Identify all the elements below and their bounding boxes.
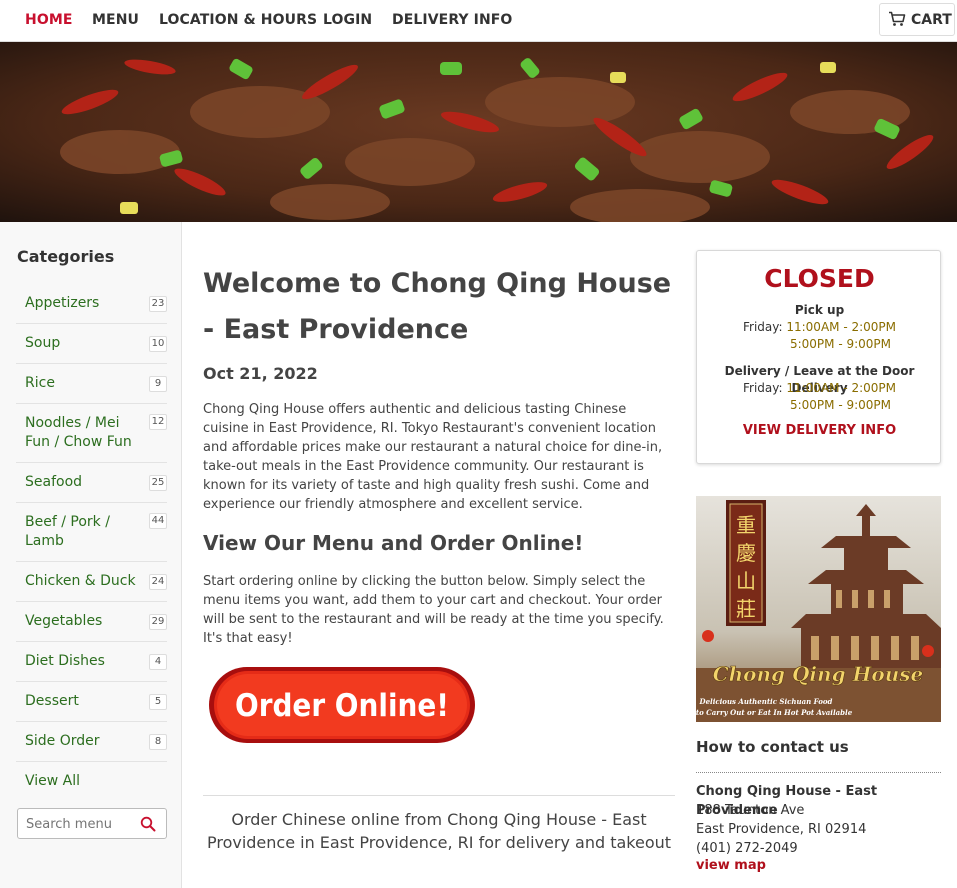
menu-paragraph: Start ordering online by clicking the bu… bbox=[203, 574, 664, 646]
delivery-hours-2: 5:00PM - 9:00PM bbox=[789, 398, 892, 412]
category-name: Dessert bbox=[25, 693, 79, 709]
category-count-badge: 9 bbox=[149, 376, 167, 392]
pickup-day: Friday: bbox=[743, 320, 787, 334]
category-beef-pork-lamb[interactable]: Beef / Pork / Lamb 44 bbox=[16, 503, 167, 562]
category-name: Chicken & Duck bbox=[25, 573, 136, 589]
pickup-hours-1: 11:00AM - 2:00PM bbox=[786, 320, 896, 334]
order-online-label: Order Online! bbox=[235, 688, 449, 724]
restaurant-promo-image: 重 慶 山 莊 Chong Qing House Delicious Authe… bbox=[696, 496, 941, 722]
status-badge: CLOSED bbox=[764, 264, 875, 293]
view-map-link[interactable]: view map bbox=[696, 858, 766, 873]
page-title: Welcome to Chong Qing House - East Provi… bbox=[203, 268, 672, 345]
category-count-badge: 5 bbox=[149, 694, 167, 710]
cart-button[interactable]: CART bbox=[879, 3, 955, 36]
hours-status-card: CLOSED Pick up Friday: 11:00AM - 2:00PM … bbox=[696, 250, 941, 464]
category-name: Rice bbox=[25, 375, 55, 391]
category-chicken-duck[interactable]: Chicken & Duck 24 bbox=[16, 562, 167, 602]
category-name: Vegetables bbox=[25, 613, 103, 629]
category-diet-dishes[interactable]: Diet Dishes 4 bbox=[16, 642, 167, 682]
category-count-badge: 23 bbox=[149, 296, 167, 312]
category-name: Seafood bbox=[25, 474, 83, 490]
pickup-hours-row-2: 5:00PM - 9:00PM bbox=[697, 336, 942, 353]
category-count-badge: 8 bbox=[149, 734, 167, 750]
svg-text:莊: 莊 bbox=[736, 597, 756, 621]
category-name: Side Order bbox=[25, 733, 100, 749]
category-view-all[interactable]: View All bbox=[16, 762, 167, 802]
category-name: Beef / Pork / Lamb bbox=[25, 514, 110, 549]
content-divider bbox=[203, 795, 675, 796]
hero-banner-image bbox=[0, 42, 957, 222]
promo-tagline-2: to Carry Out or Eat In Hot Pot Available bbox=[696, 708, 853, 717]
view-delivery-info-link[interactable]: VIEW DELIVERY INFO bbox=[697, 423, 942, 438]
menu-heading: View Our Menu and Order Online! bbox=[203, 531, 584, 555]
search-box bbox=[17, 808, 167, 839]
category-count-badge: 25 bbox=[149, 475, 167, 491]
view-all-link: View All bbox=[25, 773, 81, 789]
delivery-hours-1: 11:00AM - 2:00PM bbox=[786, 381, 896, 395]
cart-label: CART bbox=[911, 12, 952, 28]
category-name: Noodles / Mei Fun / Chow Fun bbox=[25, 415, 132, 450]
category-vegetables[interactable]: Vegetables 29 bbox=[16, 602, 167, 642]
pickup-label: Pick up bbox=[794, 303, 845, 317]
seo-footer-text: Order Chinese online from Chong Qing Hou… bbox=[206, 810, 672, 852]
contact-address-2: East Providence, RI 02914 bbox=[696, 822, 867, 837]
contact-divider bbox=[696, 772, 941, 773]
category-noodles[interactable]: Noodles / Mei Fun / Chow Fun 12 bbox=[16, 404, 167, 463]
delivery-hours-row-2: 5:00PM - 9:00PM bbox=[697, 397, 942, 414]
nav-location-hours[interactable]: LOCATION & HOURS bbox=[159, 12, 317, 28]
pickup-hours-2: 5:00PM - 9:00PM bbox=[789, 337, 892, 351]
contact-heading: How to contact us bbox=[696, 738, 849, 756]
categories-sidebar: Categories Appetizers 23 Soup 10 Rice 9 … bbox=[0, 222, 182, 888]
search-input[interactable] bbox=[26, 815, 136, 833]
hero-food-photo bbox=[0, 42, 957, 222]
intro-paragraph: Chong Qing House offers authentic and de… bbox=[203, 402, 663, 512]
order-online-graphic: Order Online! bbox=[209, 667, 475, 743]
nav-login[interactable]: LOGIN bbox=[323, 12, 372, 28]
category-count-badge: 4 bbox=[149, 654, 167, 670]
delivery-day: Friday: bbox=[743, 381, 787, 395]
categories-heading: Categories bbox=[17, 247, 115, 266]
top-navigation: HOME MENU LOCATION & HOURS LOGIN DELIVER… bbox=[0, 0, 957, 42]
category-name: Soup bbox=[25, 335, 61, 351]
category-seafood[interactable]: Seafood 25 bbox=[16, 463, 167, 503]
category-count-badge: 29 bbox=[149, 614, 167, 630]
category-appetizers[interactable]: Appetizers 23 bbox=[16, 284, 167, 324]
svg-text:慶: 慶 bbox=[736, 541, 756, 565]
category-count-badge: 10 bbox=[149, 336, 167, 352]
category-count-badge: 12 bbox=[149, 414, 167, 430]
category-rice[interactable]: Rice 9 bbox=[16, 364, 167, 404]
post-date: Oct 21, 2022 bbox=[203, 364, 318, 383]
svg-text:重: 重 bbox=[736, 513, 756, 537]
promo-tagline-1: Delicious Authentic Sichuan Food bbox=[699, 697, 833, 706]
nav-delivery-info[interactable]: DELIVERY INFO bbox=[392, 12, 512, 28]
contact-address-1: 188 Taunton Ave bbox=[696, 803, 805, 818]
svg-text:山: 山 bbox=[736, 569, 756, 593]
nav-menu[interactable]: MENU bbox=[92, 12, 139, 28]
category-name: Appetizers bbox=[25, 295, 100, 311]
category-dessert[interactable]: Dessert 5 bbox=[16, 682, 167, 722]
category-side-order[interactable]: Side Order 8 bbox=[16, 722, 167, 762]
pickup-hours-row: Friday: 11:00AM - 2:00PM bbox=[697, 319, 942, 336]
category-count-badge: 24 bbox=[149, 574, 167, 590]
order-online-button[interactable]: Order Online! bbox=[207, 665, 477, 745]
delivery-hours-row: Friday: 11:00AM - 2:00PM bbox=[697, 380, 942, 397]
category-name: Diet Dishes bbox=[25, 653, 105, 669]
category-soup[interactable]: Soup 10 bbox=[16, 324, 167, 364]
nav-home[interactable]: HOME bbox=[25, 12, 73, 28]
cart-icon bbox=[889, 11, 906, 26]
contact-phone: (401) 272-2049 bbox=[696, 841, 798, 856]
search-icon[interactable] bbox=[140, 816, 156, 832]
restaurant-photo: 重 慶 山 莊 Chong Qing House Delicious Authe… bbox=[696, 496, 941, 722]
promo-brand: Chong Qing House bbox=[713, 662, 924, 686]
category-count-badge: 44 bbox=[149, 513, 167, 529]
